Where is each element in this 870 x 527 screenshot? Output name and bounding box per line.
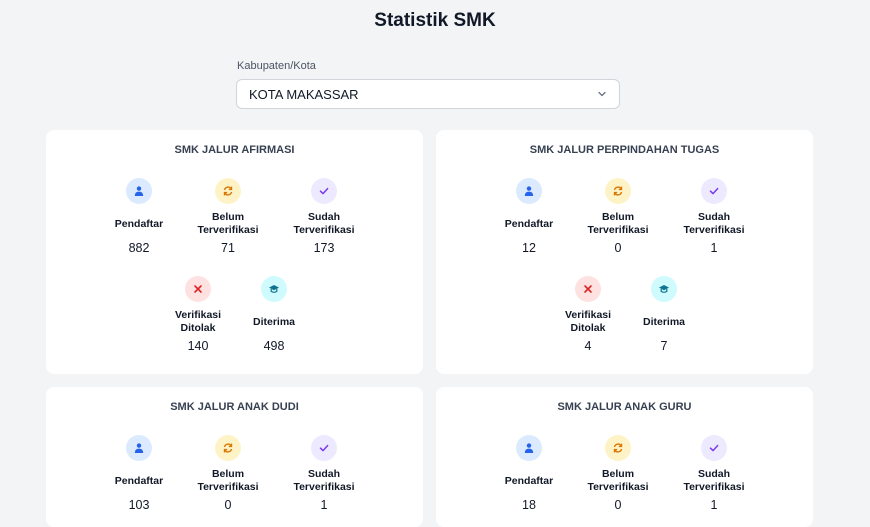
user-icon [516, 435, 542, 461]
check-icon [701, 435, 727, 461]
stat-pendaftar: Pendaftar 882 [89, 178, 189, 255]
stat-label-belum: Belum Terverifikasi [587, 468, 649, 493]
stat-belum-terverifikasi: Belum Terverifikasi 0 [568, 435, 668, 512]
chevron-down-icon [598, 91, 606, 97]
stat-diterima: Diterima 7 [614, 276, 714, 353]
graduation-cap-icon [261, 276, 287, 302]
stat-value-belum: 0 [614, 498, 622, 512]
stat-diterima: Diterima 498 [224, 276, 324, 353]
stat-belum-terverifikasi: Belum Terverifikasi 0 [178, 435, 278, 512]
card-afirmasi: SMK JALUR AFIRMASI Pendaftar 882 Belum Te… [46, 130, 423, 374]
card-perpindahan-tugas: SMK JALUR PERPINDAHAN TUGAS Pendaftar 12… [436, 130, 813, 374]
stat-value-sudah: 173 [313, 241, 335, 255]
stat-pendaftar: Pendaftar 18 [479, 435, 579, 512]
check-icon [701, 178, 727, 204]
stat-belum-terverifikasi: Belum Terverifikasi 71 [178, 178, 278, 255]
kabupaten-kota-select[interactable]: KOTA MAKASSAR [236, 79, 620, 109]
card-anak-dudi: SMK JALUR ANAK DUDI Pendaftar 103 Belum T… [46, 387, 423, 527]
card-title: SMK JALUR ANAK GURU [557, 401, 692, 413]
user-icon [516, 178, 542, 204]
stat-label-pendaftar: Pendaftar [504, 474, 554, 487]
stat-value-pendaftar: 103 [128, 498, 150, 512]
statistik-page: Statistik SMK Kabupaten/Kota KOTA MAKASS… [0, 0, 870, 527]
x-icon [575, 276, 601, 302]
card-title: SMK JALUR AFIRMASI [174, 144, 295, 156]
stat-value-pendaftar: 18 [522, 498, 536, 512]
stat-label-belum: Belum Terverifikasi [197, 211, 259, 236]
stat-value-sudah: 1 [710, 241, 718, 255]
kabupaten-kota-selected-value: KOTA MAKASSAR [249, 86, 359, 102]
stat-sudah-terverifikasi: Sudah Terverifikasi 1 [274, 435, 374, 512]
stat-label-diterima: Diterima [642, 315, 685, 328]
refresh-icon [215, 435, 241, 461]
stat-label-diterima: Diterima [252, 315, 295, 328]
stat-label-belum: Belum Terverifikasi [587, 211, 649, 236]
user-icon [126, 178, 152, 204]
stat-sudah-terverifikasi: Sudah Terverifikasi 173 [274, 178, 374, 255]
refresh-icon [215, 178, 241, 204]
refresh-icon [605, 178, 631, 204]
stat-value-diterima: 498 [263, 339, 285, 353]
stat-label-pendaftar: Pendaftar [114, 217, 164, 230]
kabupaten-kota-label: Kabupaten/Kota [237, 60, 316, 72]
stat-label-belum: Belum Terverifikasi [197, 468, 259, 493]
stat-label-sudah: Sudah Terverifikasi [293, 468, 355, 493]
stat-value-pendaftar: 12 [522, 241, 536, 255]
stat-sudah-terverifikasi: Sudah Terverifikasi 1 [664, 178, 764, 255]
card-title: SMK JALUR ANAK DUDI [170, 401, 299, 413]
stat-value-sudah: 1 [320, 498, 328, 512]
stat-value-belum: 71 [221, 241, 235, 255]
user-icon [126, 435, 152, 461]
check-icon [311, 435, 337, 461]
stat-belum-terverifikasi: Belum Terverifikasi 0 [568, 178, 668, 255]
stat-pendaftar: Pendaftar 12 [479, 178, 579, 255]
stat-value-belum: 0 [614, 241, 622, 255]
stat-label-sudah: Sudah Terverifikasi [683, 468, 745, 493]
refresh-icon [605, 435, 631, 461]
stat-label-pendaftar: Pendaftar [114, 474, 164, 487]
stat-pendaftar: Pendaftar 103 [89, 435, 189, 512]
stat-label-sudah: Sudah Terverifikasi [293, 211, 355, 236]
page-title: Statistik SMK [374, 10, 496, 31]
x-icon [185, 276, 211, 302]
check-icon [311, 178, 337, 204]
stat-value-pendaftar: 882 [128, 241, 150, 255]
graduation-cap-icon [651, 276, 677, 302]
stat-label-pendaftar: Pendaftar [504, 217, 554, 230]
card-title: SMK JALUR PERPINDAHAN TUGAS [529, 144, 720, 156]
stat-value-diterima: 7 [660, 339, 668, 353]
stat-label-sudah: Sudah Terverifikasi [683, 211, 745, 236]
stat-sudah-terverifikasi: Sudah Terverifikasi 1 [664, 435, 764, 512]
stat-value-belum: 0 [224, 498, 232, 512]
stat-value-sudah: 1 [710, 498, 718, 512]
card-anak-guru: SMK JALUR ANAK GURU Pendaftar 18 Belum Te… [436, 387, 813, 527]
